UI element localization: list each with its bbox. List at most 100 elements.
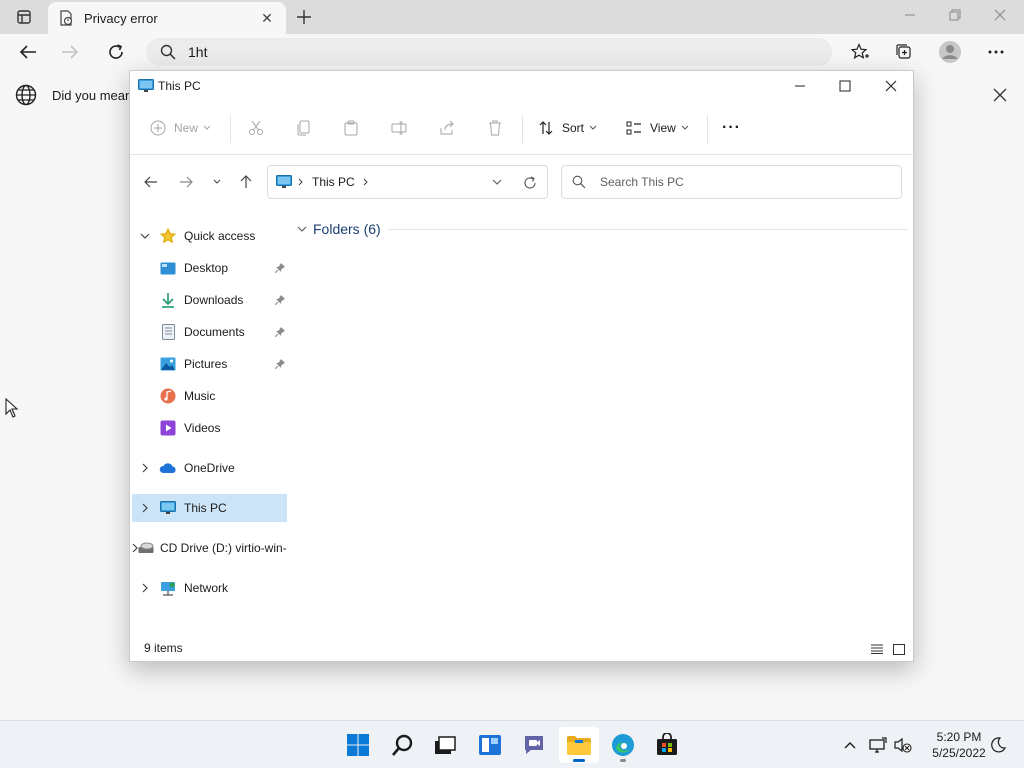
tab-title: Privacy error — [84, 10, 158, 26]
back-button[interactable] — [14, 40, 42, 64]
explorer-forward-button[interactable] — [174, 172, 198, 192]
folders-group-header[interactable]: Folders (6) — [297, 219, 381, 239]
address-input[interactable] — [188, 44, 788, 60]
sidebar-label: Desktop — [184, 261, 229, 275]
widgets-button[interactable] — [470, 727, 510, 763]
sidebar-item-cd-drive[interactable]: CD Drive (D:) virtio-win-0.1.1 — [132, 534, 287, 562]
forward-button[interactable] — [56, 40, 84, 64]
explorer-command-bar: New Sort View ··· — [130, 101, 913, 155]
rename-button[interactable] — [391, 117, 407, 139]
network-monitor-icon — [869, 737, 887, 753]
sidebar-item-documents[interactable]: Documents — [132, 318, 287, 346]
up-button[interactable] — [234, 172, 258, 192]
taskbar-search-button[interactable] — [383, 727, 423, 763]
chevron-right-icon[interactable] — [132, 463, 158, 473]
network-status-button[interactable] — [868, 735, 888, 755]
address-bar[interactable] — [146, 38, 832, 66]
mouse-pointer-icon — [5, 398, 19, 418]
sort-button[interactable]: Sort — [538, 117, 597, 139]
folder-icon — [567, 736, 591, 755]
explorer-minimize-button[interactable] — [777, 71, 823, 101]
new-button[interactable]: New — [150, 117, 211, 139]
browser-minimize-button[interactable] — [890, 4, 930, 26]
taskbar-store[interactable] — [647, 727, 687, 763]
explorer-maximize-button[interactable] — [822, 71, 868, 101]
start-button[interactable] — [338, 727, 378, 763]
new-tab-button[interactable] — [292, 6, 316, 28]
tab-close-icon[interactable]: ✕ — [258, 10, 276, 27]
details-view-button[interactable] — [869, 641, 885, 657]
explorer-back-button[interactable] — [139, 172, 163, 192]
sidebar-item-quick-access[interactable]: Quick access — [132, 222, 287, 250]
details-view-icon — [871, 644, 883, 654]
globe-icon — [15, 84, 37, 106]
this-pc-icon — [276, 175, 292, 188]
copy-button[interactable] — [296, 117, 312, 139]
taskbar: 5:20 PM 5/25/2022 — [0, 720, 1024, 768]
pin-icon[interactable] — [274, 294, 285, 308]
show-hidden-icons-button[interactable] — [840, 735, 860, 755]
collections-button[interactable] — [890, 40, 918, 64]
browser-tab-privacy-error[interactable]: Privacy error ✕ — [48, 2, 286, 34]
sort-label: Sort — [562, 121, 585, 135]
see-more-button[interactable]: ··· — [722, 117, 741, 139]
browser-close-button[interactable] — [980, 4, 1020, 26]
volume-button[interactable] — [893, 735, 913, 755]
folder-tile-desktop[interactable] — [307, 321, 557, 365]
chat-button[interactable] — [514, 727, 554, 763]
new-label: New — [174, 121, 199, 135]
explorer-close-button[interactable] — [868, 71, 914, 101]
sidebar-item-music[interactable]: Music — [132, 382, 287, 410]
infobar-close-button[interactable] — [990, 85, 1010, 105]
arrow-right-icon — [62, 45, 79, 59]
view-list-icon — [626, 121, 641, 135]
sidebar-item-this-pc[interactable]: This PC — [132, 494, 287, 522]
content-pane: Folders (6) — [293, 209, 913, 629]
pin-icon[interactable] — [274, 326, 285, 340]
chevron-right-icon[interactable] — [132, 503, 158, 513]
cut-button[interactable] — [248, 117, 264, 139]
paste-button[interactable] — [343, 117, 359, 139]
refresh-icon[interactable] — [523, 176, 537, 190]
taskbar-edge[interactable] — [603, 727, 643, 763]
arrow-right-icon — [180, 176, 193, 188]
delete-button[interactable] — [487, 117, 503, 139]
plus-circle-icon — [150, 120, 166, 136]
browser-toolbar — [0, 34, 1024, 70]
pin-icon[interactable] — [274, 358, 285, 372]
sidebar-item-pictures[interactable]: Pictures — [132, 350, 287, 378]
sidebar-item-videos[interactable]: Videos — [132, 414, 287, 442]
favorites-button[interactable] — [846, 40, 874, 64]
sidebar-item-onedrive[interactable]: OneDrive — [132, 454, 287, 482]
breadcrumb-this-pc[interactable]: This PC — [312, 175, 355, 189]
plus-icon — [297, 10, 311, 24]
chevron-down-icon[interactable] — [132, 233, 158, 239]
item-count: 9 items — [144, 641, 183, 655]
tab-actions-button[interactable] — [8, 6, 40, 28]
sidebar-item-desktop[interactable]: Desktop — [132, 254, 287, 282]
task-view-button[interactable] — [425, 727, 465, 763]
chevron-down-icon[interactable] — [492, 179, 502, 186]
explorer-search-box[interactable]: Search This PC — [561, 165, 902, 199]
chevron-down-icon — [213, 179, 221, 184]
chevron-right-icon[interactable] — [132, 583, 158, 593]
share-button[interactable] — [439, 117, 455, 139]
view-label: View — [650, 121, 676, 135]
view-button[interactable]: View — [626, 117, 689, 139]
large-icons-view-button[interactable] — [891, 641, 907, 657]
recent-locations-button[interactable] — [205, 172, 229, 192]
profile-button[interactable] — [936, 40, 964, 64]
explorer-navigation-bar: This PC Search This PC — [130, 155, 913, 209]
sidebar-item-network[interactable]: Network — [132, 574, 287, 602]
sidebar-item-downloads[interactable]: Downloads — [132, 286, 287, 314]
focus-assist-button[interactable] — [988, 735, 1008, 755]
active-indicator — [573, 759, 585, 762]
explorer-titlebar[interactable]: This PC — [130, 71, 913, 101]
sidebar-label: Network — [184, 581, 229, 595]
settings-more-button[interactable] — [982, 40, 1010, 64]
refresh-button[interactable] — [102, 40, 130, 64]
taskbar-file-explorer[interactable] — [559, 727, 599, 763]
browser-restore-button[interactable] — [935, 4, 975, 26]
breadcrumb[interactable]: This PC — [267, 165, 548, 199]
pin-icon[interactable] — [274, 262, 285, 276]
